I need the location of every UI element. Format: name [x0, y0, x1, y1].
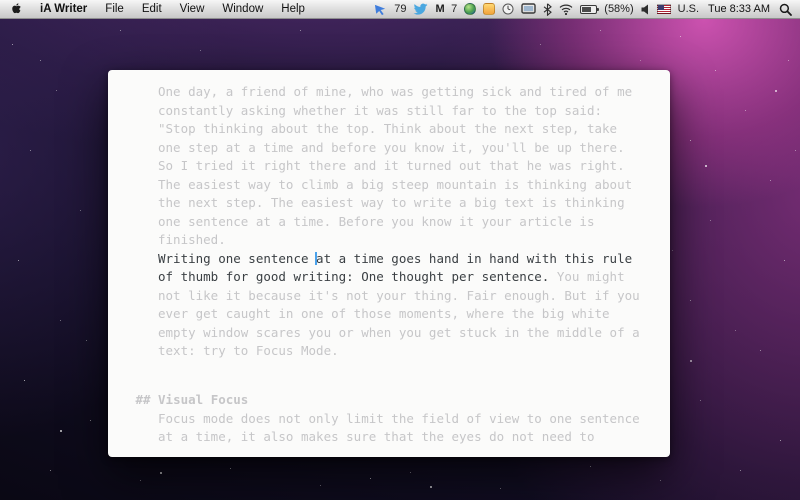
menu-bar-clock[interactable]: Tue 8:33 AM: [706, 3, 772, 15]
editor-line: at a time, it also makes sure that the e…: [158, 428, 640, 447]
apple-logo-icon: [10, 2, 23, 16]
editor-line: Focus mode does not only limit the field…: [158, 410, 640, 429]
editor-line: the next step. The easiest way to write …: [158, 194, 640, 213]
battery-icon[interactable]: [580, 5, 597, 14]
bluetooth-icon[interactable]: [543, 3, 552, 16]
dimmed-text-segment: at a time, it also makes sure that the e…: [158, 429, 595, 444]
wifi-icon[interactable]: [559, 4, 573, 15]
focused-sentence-segment: Writing one sentence: [158, 251, 316, 266]
pointer-count: 79: [394, 3, 406, 15]
dimmed-text-segment: not like it because it's not your thing.…: [158, 288, 640, 303]
twitter-bird-icon[interactable]: [413, 3, 428, 16]
editor-line: not like it because it's not your thing.…: [158, 287, 640, 306]
editor-line: [158, 361, 640, 380]
clock-icon[interactable]: [502, 3, 514, 15]
dimmed-text-segment: So I tried it right there and it turned …: [158, 158, 625, 173]
newsreader-count: 7: [451, 3, 457, 15]
focused-sentence-segment: at a time goes hand in hand with this ru…: [316, 251, 632, 266]
menu-view[interactable]: View: [171, 0, 214, 18]
editor-line: text: try to Focus Mode.: [158, 342, 640, 361]
menu-bar-status: 79 M 7 (58%) U.S. Tue 8:33 AM: [374, 0, 800, 18]
sync-globe-icon[interactable]: [464, 3, 476, 15]
editor-line: Writing one sentence at a time goes hand…: [158, 250, 640, 269]
dimmed-text-segment: empty window scares you or when you get …: [158, 325, 640, 340]
dimmed-text-segment: ## Visual Focus: [135, 392, 248, 407]
menu-edit[interactable]: Edit: [133, 0, 171, 18]
dimmed-text-segment: Focus mode does not only limit the field…: [158, 411, 640, 426]
editor-line: One day, a friend of mine, who was getti…: [158, 83, 640, 102]
display-icon[interactable]: [521, 3, 536, 15]
apple-menu[interactable]: [0, 2, 31, 16]
dimmed-text-segment: one sentence at a time. Before you know …: [158, 214, 595, 229]
menu-bar-menus: iA Writer File Edit View Window Help: [0, 0, 314, 18]
editor-line: The easiest way to climb a big steep mou…: [158, 176, 640, 195]
spotlight-icon[interactable]: [779, 3, 792, 16]
dimmed-text-segment: the next step. The easiest way to write …: [158, 195, 625, 210]
dimmed-text-segment: The easiest way to climb a big steep mou…: [158, 177, 632, 192]
writer-window: One day, a friend of mine, who was getti…: [108, 70, 670, 457]
input-source-flag-icon[interactable]: [657, 4, 671, 14]
menu-help[interactable]: Help: [272, 0, 314, 18]
editor-line: one sentence at a time. Before you know …: [158, 213, 640, 232]
pointer-icon[interactable]: [374, 3, 387, 16]
editor-line: ever get caught in one of those moments,…: [158, 305, 640, 324]
battery-percentage: (58%): [604, 3, 633, 15]
editor-line: empty window scares you or when you get …: [158, 324, 640, 343]
volume-icon[interactable]: [641, 4, 650, 15]
dimmed-text-segment: ever get caught in one of those moments,…: [158, 306, 610, 321]
editor-line: So I tried it right there and it turned …: [158, 157, 640, 176]
menu-file[interactable]: File: [96, 0, 133, 18]
menu-bar: iA Writer File Edit View Window Help 79 …: [0, 0, 800, 19]
editor-body[interactable]: One day, a friend of mine, who was getti…: [108, 70, 670, 457]
dimmed-text-segment: finished.: [158, 232, 226, 247]
newsreader-icon[interactable]: M: [435, 3, 444, 15]
focused-sentence-segment: of thumb for good writing: One thought p…: [158, 269, 549, 284]
menu-app-name[interactable]: iA Writer: [31, 0, 96, 18]
dimmed-text-segment: text: try to Focus Mode.: [158, 343, 339, 358]
dimmed-text-segment: one step at a time and before you know i…: [158, 140, 625, 155]
editor-line: of thumb for good writing: One thought p…: [158, 268, 640, 287]
input-source-label: U.S.: [678, 3, 699, 15]
editor-heading-line: ## Visual Focus: [158, 391, 640, 410]
editor-line: finished.: [158, 231, 640, 250]
dimmed-text-segment: You might: [549, 269, 624, 284]
editor-line: "Stop thinking about the top. Think abou…: [158, 120, 640, 139]
dimmed-text-segment: One day, a friend of mine, who was getti…: [158, 84, 632, 99]
dimmed-text-segment: "Stop thinking about the top. Think abou…: [158, 121, 617, 136]
dimmed-text-segment: constantly asking whether it was still f…: [158, 103, 602, 118]
editor-line: constantly asking whether it was still f…: [158, 102, 640, 121]
editor-line: one step at a time and before you know i…: [158, 139, 640, 158]
menu-window[interactable]: Window: [213, 0, 272, 18]
orange-app-icon[interactable]: [483, 3, 495, 15]
